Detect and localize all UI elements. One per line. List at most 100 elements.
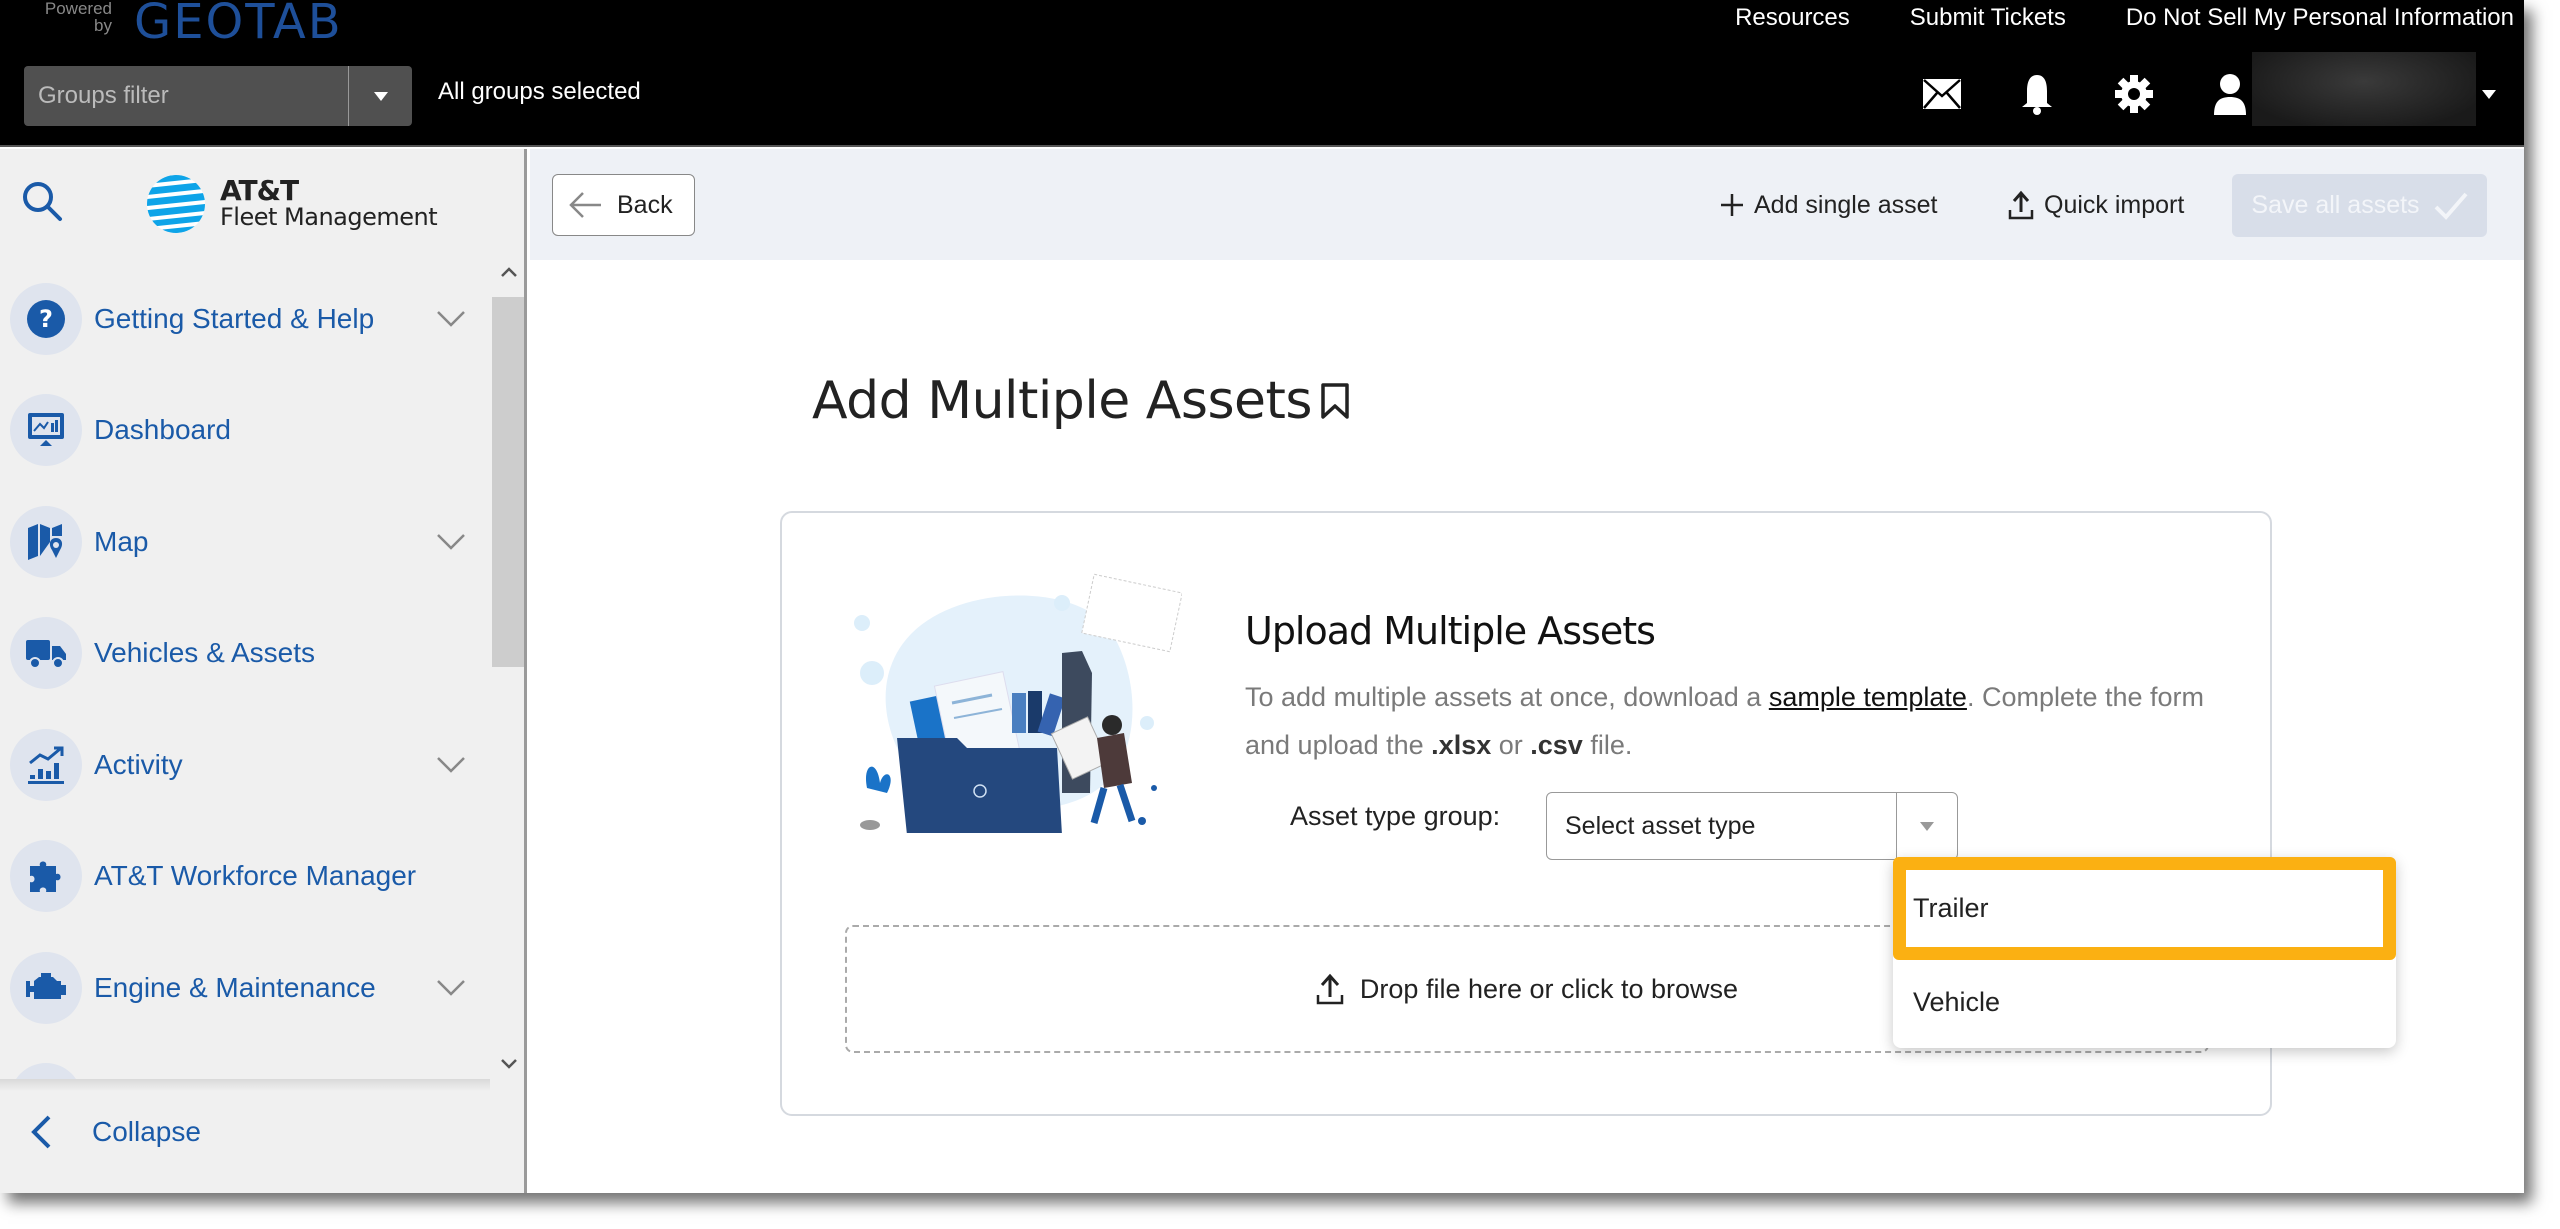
user-menu-caret[interactable] bbox=[2482, 90, 2496, 99]
collapse-button[interactable]: Collapse bbox=[30, 1115, 201, 1149]
scrollbar-thumb[interactable] bbox=[492, 297, 524, 667]
svg-text:?: ? bbox=[39, 305, 53, 333]
user-menu-button[interactable] bbox=[2208, 72, 2252, 116]
sidebar-item-label: Vehicles & Assets bbox=[94, 637, 316, 668]
checkmark-icon bbox=[2434, 192, 2468, 220]
save-all-assets-label: Save all assets bbox=[2251, 191, 2420, 219]
xlsx-ext: .xlsx bbox=[1431, 730, 1492, 760]
sidebar-item-engine-maintenance[interactable]: Engine & Maintenance bbox=[0, 938, 490, 1038]
asset-type-dropdown-menu: Trailer Vehicle bbox=[1893, 857, 2396, 1048]
att-brand-logo[interactable]: AT&T Fleet Management bbox=[146, 173, 438, 235]
dropdown-option-trailer[interactable]: Trailer bbox=[1893, 857, 2396, 960]
top-links: Resources Submit Tickets Do Not Sell My … bbox=[1735, 4, 2514, 32]
quick-import-label: Quick import bbox=[2044, 190, 2185, 219]
sidebar-item-label: Getting Started & Help bbox=[94, 303, 375, 334]
sidebar-scrollbar[interactable] bbox=[492, 261, 524, 1081]
groups-filter-dropdown-button[interactable] bbox=[348, 66, 412, 126]
top-header: Powered by GEOTAB Resources Submit Ticke… bbox=[0, 0, 2524, 147]
resources-link[interactable]: Resources bbox=[1735, 4, 1850, 32]
dropdown-option-vehicle[interactable]: Vehicle bbox=[1893, 960, 2396, 1045]
settings-button[interactable] bbox=[2112, 72, 2156, 116]
sidebar-item-label: Map bbox=[94, 526, 149, 557]
main-content: Back Add single asset Quick import Save … bbox=[530, 149, 2524, 1193]
back-button[interactable]: Back bbox=[552, 174, 695, 236]
sidebar-item-label: AT&T Workforce Manager bbox=[94, 860, 417, 891]
sidebar-nav: ? Getting Started & Help Dashboard Map V… bbox=[0, 269, 490, 1079]
chevron-down-icon[interactable] bbox=[436, 756, 466, 774]
page-title: Add Multiple Assets bbox=[812, 371, 1350, 431]
upload-icon bbox=[2008, 190, 2034, 220]
activity-chart-icon bbox=[28, 746, 64, 784]
arrow-left-icon bbox=[569, 192, 601, 218]
sidebar-item-activity[interactable]: Activity bbox=[0, 715, 490, 815]
sample-template-link[interactable]: sample template bbox=[1769, 682, 1967, 712]
powered-by-text: Powered by bbox=[44, 0, 112, 35]
caret-down-icon bbox=[2482, 90, 2496, 99]
page-toolbar: Back Add single asset Quick import Save … bbox=[530, 149, 2524, 260]
groups-filter-input[interactable]: Groups filter bbox=[24, 66, 348, 126]
att-globe-icon bbox=[147, 175, 205, 233]
sidebar-item-label: Activity bbox=[94, 749, 183, 780]
bookmark-icon[interactable] bbox=[1320, 382, 1350, 420]
asset-type-dropdown-button[interactable] bbox=[1896, 793, 1957, 859]
geotab-logo: GEOTAB bbox=[134, 0, 343, 50]
submit-tickets-link[interactable]: Submit Tickets bbox=[1910, 4, 2066, 32]
puzzle-icon bbox=[30, 861, 61, 892]
user-icon bbox=[2214, 74, 2246, 115]
sidebar-item-partial[interactable] bbox=[0, 1049, 490, 1079]
notifications-button[interactable] bbox=[2015, 72, 2059, 116]
groups-filter[interactable]: Groups filter bbox=[24, 66, 412, 126]
sidebar-item-label: Dashboard bbox=[94, 414, 231, 445]
sidebar-search-button[interactable] bbox=[20, 179, 64, 228]
scroll-down-icon[interactable] bbox=[501, 1059, 517, 1069]
plus-icon bbox=[1721, 194, 1743, 216]
truck-icon bbox=[26, 640, 66, 669]
mail-icon bbox=[1923, 79, 1961, 109]
desc-text: To add multiple assets at once, download… bbox=[1245, 682, 1769, 712]
chevron-down-icon[interactable] bbox=[436, 979, 466, 997]
mail-button[interactable] bbox=[1920, 72, 1964, 116]
save-all-assets-button[interactable]: Save all assets bbox=[2232, 174, 2487, 237]
help-icon: ? bbox=[27, 300, 65, 338]
map-icon bbox=[28, 524, 63, 560]
upload-description: To add multiple assets at once, download… bbox=[1245, 673, 2205, 769]
sidebar-item-workforce-manager[interactable]: AT&T Workforce Manager bbox=[0, 826, 490, 926]
desc-text: file. bbox=[1582, 730, 1633, 760]
sidebar-item-map[interactable]: Map bbox=[0, 492, 490, 592]
gear-icon bbox=[2115, 75, 2153, 113]
asset-type-label: Asset type group: bbox=[1290, 801, 1501, 831]
upload-title: Upload Multiple Assets bbox=[1245, 609, 1656, 653]
dashboard-icon bbox=[28, 413, 64, 446]
sidebar-item-vehicles-assets[interactable]: Vehicles & Assets bbox=[0, 603, 490, 703]
quick-import-button[interactable]: Quick import bbox=[2008, 177, 2184, 233]
user-name-redacted[interactable] bbox=[2252, 52, 2476, 126]
sidebar-item-getting-started[interactable]: ? Getting Started & Help bbox=[0, 269, 490, 369]
upload-illustration bbox=[854, 573, 1182, 833]
csv-ext: .csv bbox=[1530, 730, 1583, 760]
brand-line1: AT&T bbox=[220, 174, 299, 207]
caret-down-icon bbox=[1920, 821, 1934, 831]
chevron-down-icon[interactable] bbox=[436, 533, 466, 551]
app-window: Powered by GEOTAB Resources Submit Ticke… bbox=[0, 0, 2524, 1193]
page-title-text: Add Multiple Assets bbox=[812, 371, 1313, 431]
do-not-sell-link[interactable]: Do Not Sell My Personal Information bbox=[2126, 4, 2514, 32]
asset-type-select[interactable]: Select asset type bbox=[1546, 792, 1958, 860]
search-icon bbox=[23, 182, 62, 221]
sidebar-item-label: Engine & Maintenance bbox=[94, 972, 376, 1003]
sidebar-item-dashboard[interactable]: Dashboard bbox=[0, 380, 490, 480]
add-single-asset-label: Add single asset bbox=[1754, 190, 1938, 219]
engine-icon bbox=[26, 973, 66, 999]
scroll-up-icon[interactable] bbox=[501, 267, 517, 277]
bell-icon bbox=[2022, 75, 2052, 115]
desc-text: or bbox=[1491, 730, 1531, 760]
groups-status: All groups selected bbox=[438, 78, 641, 105]
brand-line2: Fleet Management bbox=[220, 203, 438, 231]
nav-divider bbox=[0, 1079, 490, 1091]
chevron-left-icon bbox=[31, 1115, 51, 1149]
chevron-down-icon[interactable] bbox=[436, 310, 466, 328]
dropzone-label: Drop file here or click to browse bbox=[1359, 973, 1739, 1004]
back-label: Back bbox=[617, 190, 673, 219]
asset-type-value[interactable]: Select asset type bbox=[1547, 793, 1896, 859]
add-single-asset-button[interactable]: Add single asset bbox=[1720, 177, 1937, 233]
caret-down-icon bbox=[373, 91, 388, 101]
